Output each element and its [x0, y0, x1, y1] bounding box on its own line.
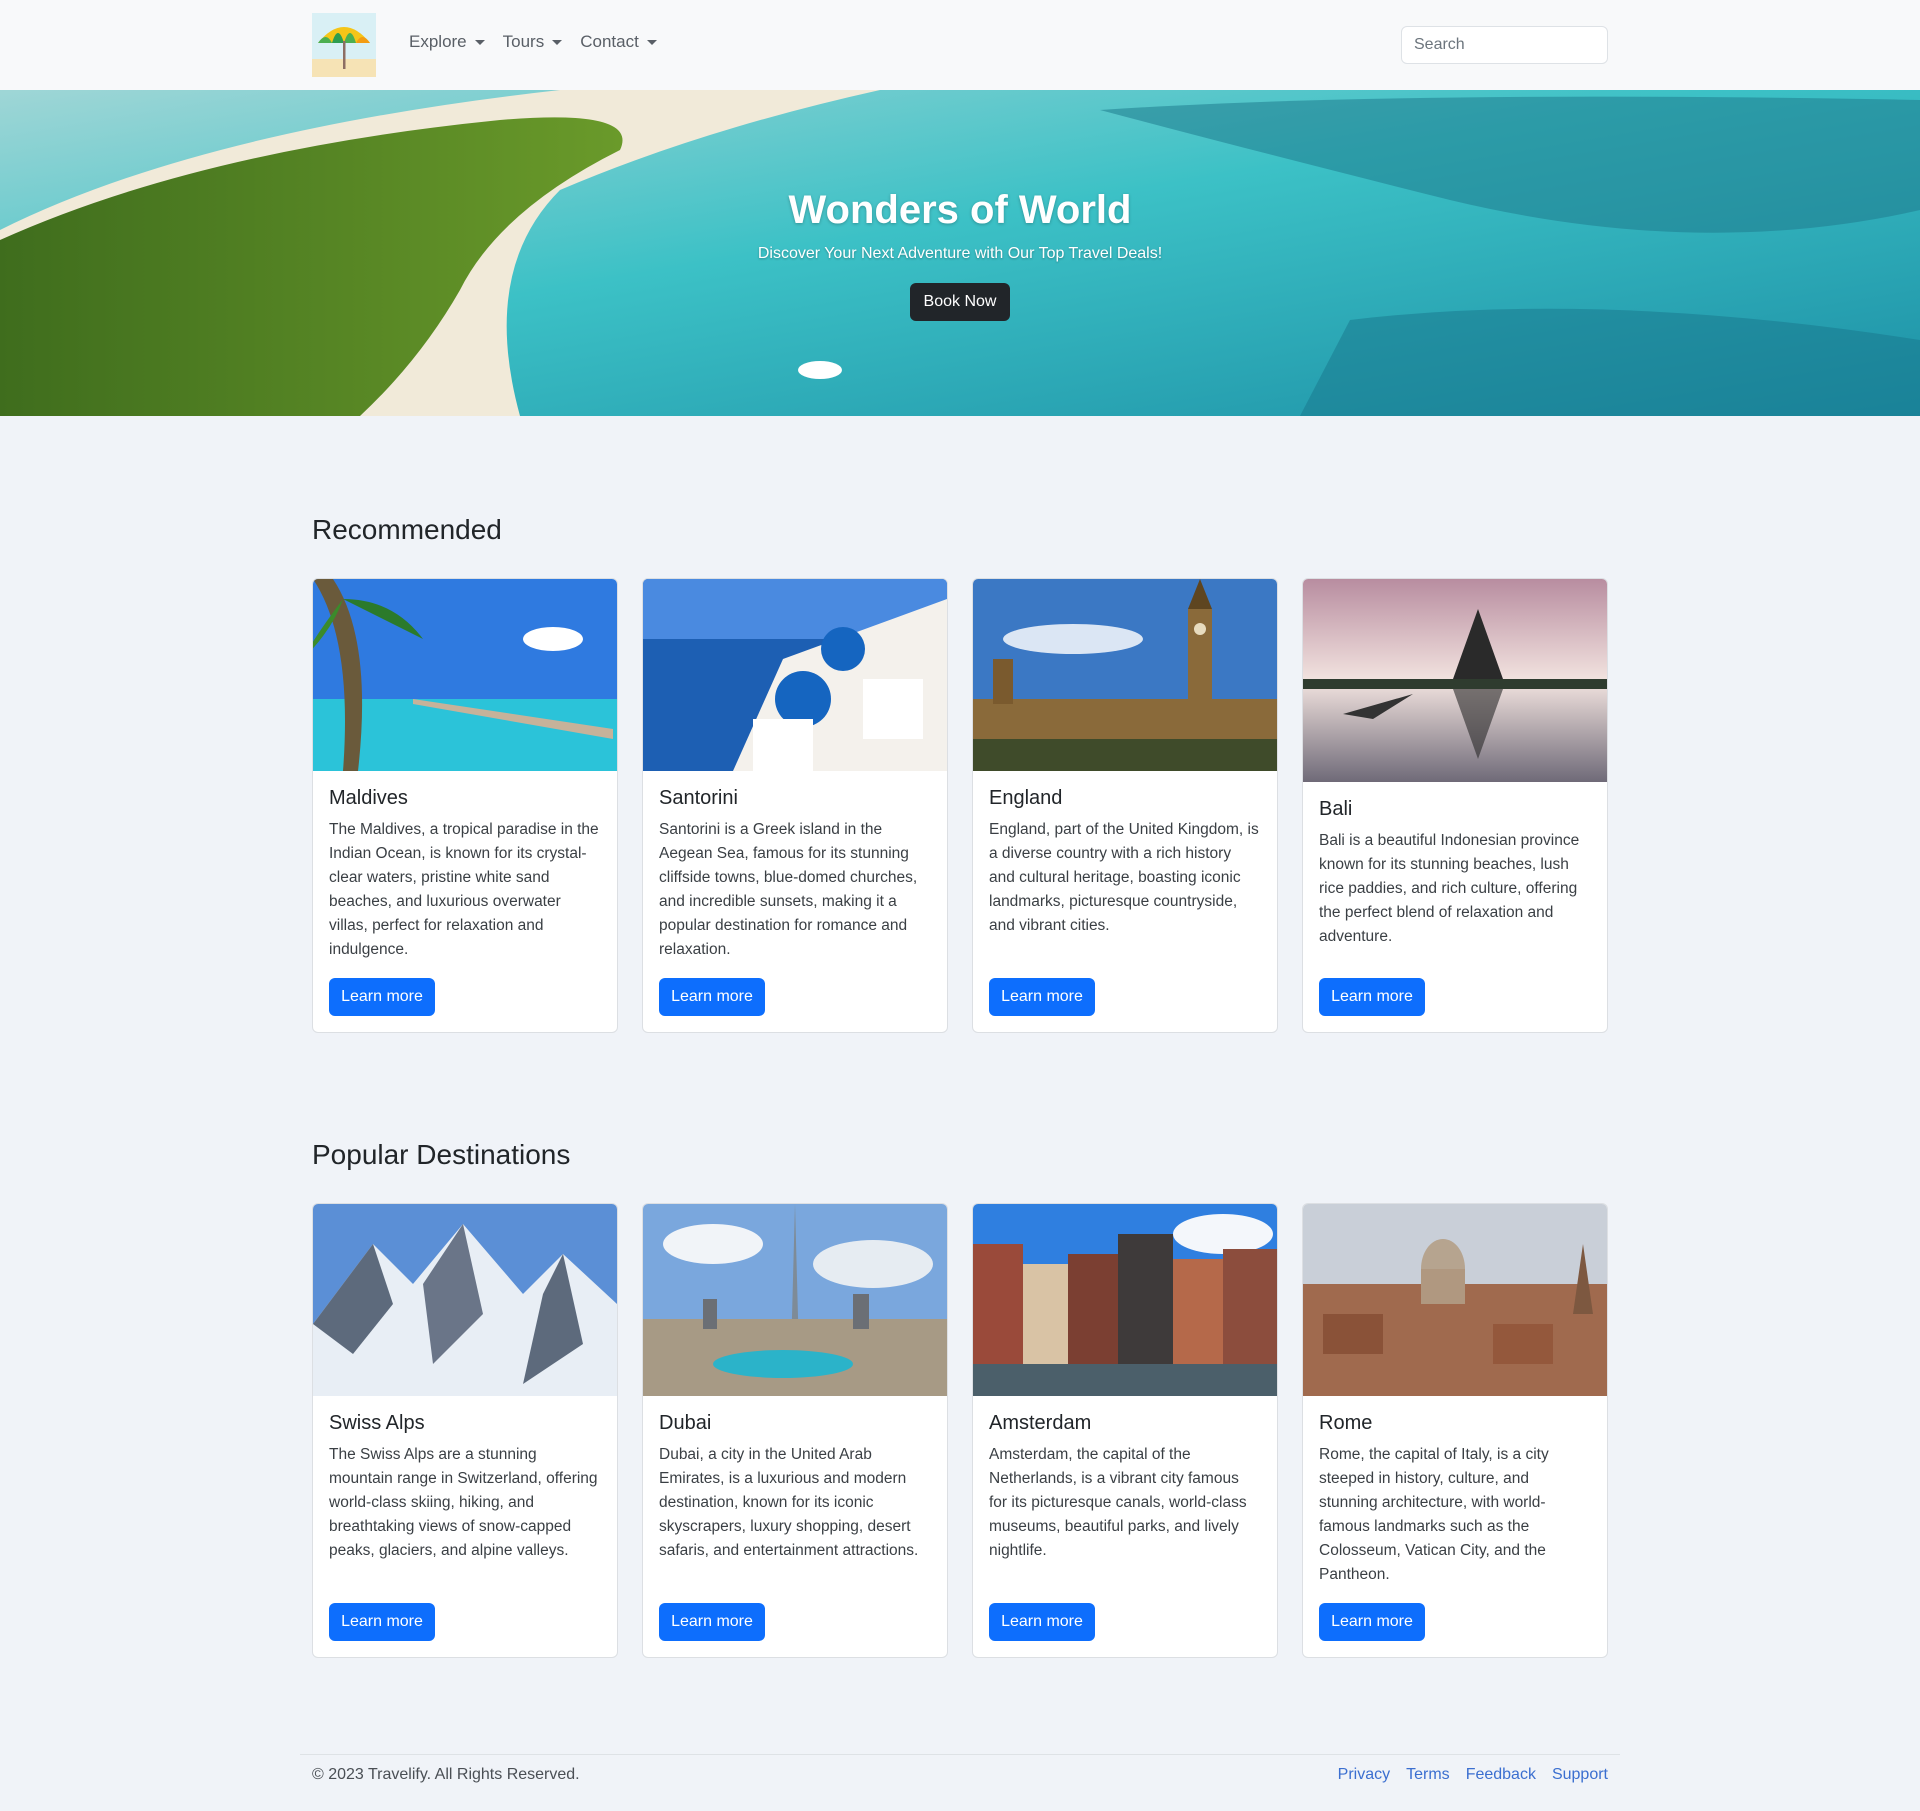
- card-body: Rome Rome, the capital of Italy, is a ci…: [1319, 1412, 1591, 1587]
- card-england: England England, part of the United King…: [972, 578, 1278, 1033]
- nav-tours-dropdown[interactable]: Tours: [494, 32, 572, 52]
- nav-contact-dropdown[interactable]: Contact: [571, 32, 666, 52]
- beach-umbrella-icon[interactable]: [312, 13, 376, 77]
- card-body: Santorini Santorini is a Greek island in…: [659, 787, 931, 962]
- card-body: Dubai Dubai, a city in the United Arab E…: [659, 1412, 931, 1563]
- card-title: Santorini: [659, 787, 738, 809]
- footer-links: Privacy Terms Feedback Support: [1338, 1766, 1608, 1784]
- card-body: England England, part of the United King…: [989, 787, 1261, 938]
- learn-more-button[interactable]: Learn more: [989, 978, 1095, 1016]
- bali-image: [1303, 579, 1607, 782]
- navbar: Explore Tours Contact: [0, 0, 1920, 90]
- card-bali: Bali Bali is a beautiful Indonesian prov…: [1302, 578, 1608, 1033]
- card-text: Santorini is a Greek island in the Aegea…: [659, 821, 918, 958]
- search-input[interactable]: [1401, 26, 1608, 64]
- nav-links: Explore Tours Contact: [400, 32, 666, 52]
- footer-link-terms[interactable]: Terms: [1406, 1766, 1450, 1784]
- learn-more-button[interactable]: Learn more: [1319, 978, 1425, 1016]
- card-title: Dubai: [659, 1412, 712, 1434]
- hero-subtitle: Discover Your Next Adventure with Our To…: [757, 245, 1163, 262]
- popular-cards: Swiss Alps The Swiss Alps are a stunning…: [312, 1203, 1608, 1658]
- card-body: Maldives The Maldives, a tropical paradi…: [329, 787, 601, 962]
- nav-explore-dropdown[interactable]: Explore: [400, 32, 494, 52]
- popular-destinations-heading: Popular Destinations: [312, 1139, 571, 1170]
- card-dubai: Dubai Dubai, a city in the United Arab E…: [642, 1203, 948, 1658]
- card-santorini: Santorini Santorini is a Greek island in…: [642, 578, 948, 1033]
- footer-link-privacy[interactable]: Privacy: [1338, 1766, 1390, 1784]
- card-body: Swiss Alps The Swiss Alps are a stunning…: [329, 1412, 601, 1563]
- england-image: [973, 579, 1277, 771]
- nav-explore-label: Explore: [409, 32, 467, 51]
- amsterdam-image: [973, 1204, 1277, 1396]
- book-now-button[interactable]: Book Now: [910, 283, 1010, 321]
- card-rome: Rome Rome, the capital of Italy, is a ci…: [1302, 1203, 1608, 1658]
- card-text: England, part of the United Kingdom, is …: [989, 821, 1259, 934]
- card-title: Bali: [1319, 798, 1353, 820]
- santorini-image: [643, 579, 947, 771]
- hero-title: Wonders of World: [788, 188, 1132, 232]
- card-title: Maldives: [329, 787, 408, 809]
- footer-divider: [300, 1754, 1620, 1755]
- caret-down-icon: [474, 39, 485, 45]
- card-text: Bali is a beautiful Indonesian province …: [1319, 832, 1580, 945]
- learn-more-button[interactable]: Learn more: [659, 1603, 765, 1641]
- learn-more-button[interactable]: Learn more: [329, 1603, 435, 1641]
- recommended-cards: Maldives The Maldives, a tropical paradi…: [312, 578, 1608, 1033]
- card-text: Amsterdam, the capital of the Netherland…: [989, 1446, 1247, 1559]
- copyright-text: © 2023 Travelify. All Rights Reserved.: [312, 1766, 580, 1783]
- caret-down-icon: [552, 39, 563, 45]
- learn-more-button[interactable]: Learn more: [989, 1603, 1095, 1641]
- maldives-image: [313, 579, 617, 771]
- card-text: Rome, the capital of Italy, is a city st…: [1319, 1446, 1549, 1583]
- card-title: Swiss Alps: [329, 1412, 425, 1434]
- learn-more-button[interactable]: Learn more: [1319, 1603, 1425, 1641]
- card-text: The Swiss Alps are a stunning mountain r…: [329, 1446, 598, 1559]
- footer-link-support[interactable]: Support: [1552, 1766, 1608, 1784]
- navbar-container: Explore Tours Contact: [312, 0, 1608, 90]
- footer-link-feedback[interactable]: Feedback: [1466, 1766, 1536, 1784]
- card-text: Dubai, a city in the United Arab Emirate…: [659, 1446, 919, 1559]
- card-amsterdam: Amsterdam Amsterdam, the capital of the …: [972, 1203, 1278, 1658]
- card-body: Amsterdam Amsterdam, the capital of the …: [989, 1412, 1261, 1563]
- learn-more-button[interactable]: Learn more: [329, 978, 435, 1016]
- rome-image: [1303, 1204, 1607, 1396]
- card-title: Rome: [1319, 1412, 1373, 1434]
- learn-more-button[interactable]: Learn more: [659, 978, 765, 1016]
- card-swiss-alps: Swiss Alps The Swiss Alps are a stunning…: [312, 1203, 618, 1658]
- recommended-heading: Recommended: [312, 514, 502, 545]
- caret-down-icon: [646, 39, 657, 45]
- swiss-alps-image: [313, 1204, 617, 1396]
- card-body: Bali Bali is a beautiful Indonesian prov…: [1319, 798, 1591, 949]
- card-text: The Maldives, a tropical paradise in the…: [329, 821, 599, 958]
- card-maldives: Maldives The Maldives, a tropical paradi…: [312, 578, 618, 1033]
- card-title: Amsterdam: [989, 1412, 1092, 1434]
- nav-contact-label: Contact: [580, 32, 639, 51]
- hero-banner: Wonders of World Discover Your Next Adve…: [0, 90, 1920, 416]
- card-title: England: [989, 787, 1063, 809]
- nav-tours-label: Tours: [502, 32, 545, 51]
- dubai-image: [643, 1204, 947, 1396]
